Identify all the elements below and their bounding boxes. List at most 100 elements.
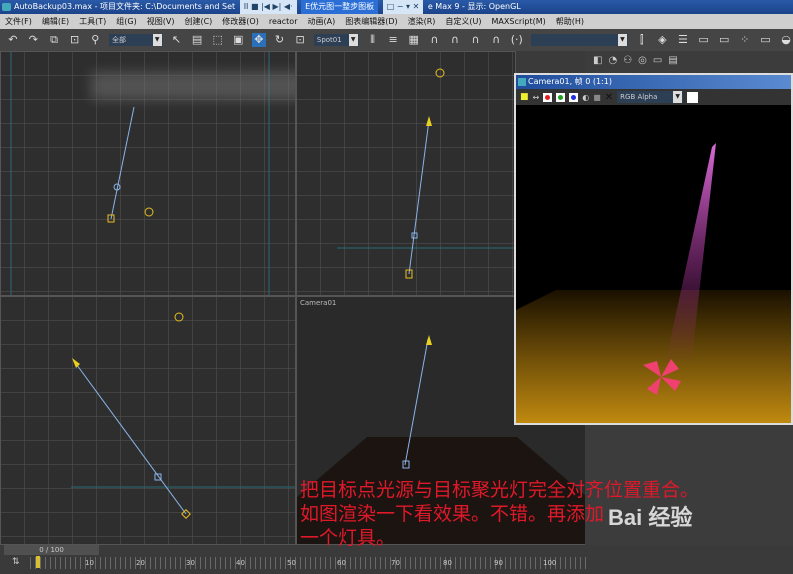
menu-bar: 文件(F) 编辑(E) 工具(T) 组(G) 视图(V) 创建(C) 修改器(O) react…	[0, 14, 793, 29]
caption-line-1: 把目标点光源与目标聚光灯完全对齐位置重合。	[300, 479, 700, 501]
title-bar: AutoBackup03.max - 项目文件夹: C:\Documents a…	[0, 0, 793, 14]
percent-snap-icon[interactable]: ∩	[469, 33, 483, 47]
window-controls[interactable]: □ − ▾ ✕	[382, 0, 424, 14]
command-panel-tabs[interactable]: ◧ ◔ ⚇ ◎ ▭ ▤	[585, 51, 793, 70]
blue-channel-toggle[interactable]	[569, 92, 579, 102]
save-image-icon[interactable]: ■	[520, 92, 529, 102]
viewport-left-grid	[1, 297, 295, 544]
frame-counter: 0 / 100	[39, 546, 64, 554]
time-slider[interactable]: 0 / 100	[4, 545, 99, 555]
tick-label: 10	[85, 559, 94, 567]
render-window-title-text: Camera01, 帧 0 (1:1)	[528, 77, 612, 86]
menu-rendering[interactable]: 渲染(R)	[408, 17, 436, 26]
tick-label: 80	[443, 559, 452, 567]
layer-icon[interactable]: ▦	[407, 33, 421, 47]
move-icon[interactable]: ✥	[252, 33, 266, 47]
menu-customize[interactable]: 自定义(U)	[445, 17, 481, 26]
snap-icon[interactable]: ∩	[428, 33, 442, 47]
align-icon[interactable]: ≡	[386, 33, 400, 47]
menu-edit[interactable]: 编辑(E)	[42, 17, 69, 26]
tick-label: 90	[494, 559, 503, 567]
menu-maxscript[interactable]: MAXScript(M)	[492, 17, 546, 26]
viewport-label: Camera01	[300, 299, 337, 307]
viewport-top[interactable]	[0, 51, 296, 296]
material-editor-icon[interactable]: ▭	[717, 33, 731, 47]
render-frame-window[interactable]: Camera01, 帧 0 (1:1) ■ ↔ ◐ ■ ✕ RGB Alpha	[514, 73, 793, 425]
clear-icon[interactable]: ✕	[605, 92, 613, 103]
media-controls[interactable]: II ■ |◀ ▶| ◀·	[239, 0, 297, 14]
key-mode-icon[interactable]: ⇅	[12, 557, 20, 567]
mirror-tool-icon[interactable]: ⫿	[635, 33, 649, 47]
overlay-tab[interactable]: E优元图一整步图板	[301, 0, 379, 14]
clone-icon[interactable]: ↔	[533, 93, 540, 102]
utilities-tab-icon[interactable]: ▤	[668, 55, 677, 66]
link-icon[interactable]: ⧉	[47, 33, 61, 47]
channel-dropdown[interactable]: RGB Alpha	[617, 91, 684, 103]
tick-label: 70	[391, 559, 400, 567]
render-window-title: Camera01, 帧 0 (1:1)	[516, 75, 791, 89]
edit-named-selection-icon[interactable]: (·)	[510, 33, 524, 47]
bind-space-warp-icon[interactable]: ⚲	[88, 33, 102, 47]
undo-icon[interactable]: ↶	[6, 33, 20, 47]
select-region-icon[interactable]: ⬚	[211, 33, 225, 47]
curve-editor-icon[interactable]: ◈	[656, 33, 670, 47]
modify-tab-icon[interactable]: ◔	[608, 55, 617, 66]
file-name: AutoBackup03.max	[14, 2, 93, 11]
viewport-left[interactable]	[0, 296, 296, 545]
named-selection-dropdown[interactable]: Spot01	[313, 34, 359, 46]
viewport-front-grid	[297, 52, 515, 295]
red-channel-toggle[interactable]	[543, 92, 553, 102]
scale-icon[interactable]: ⊡	[293, 33, 307, 47]
select-by-name-icon[interactable]: ▤	[190, 33, 204, 47]
layers-icon[interactable]: ☰	[676, 33, 690, 47]
menu-tools[interactable]: 工具(T)	[79, 17, 106, 26]
menu-create[interactable]: 创建(C)	[184, 17, 212, 26]
render-setup-icon[interactable]: ⁘	[738, 33, 752, 47]
hierarchy-tab-icon[interactable]: ⚇	[623, 55, 632, 66]
tick-label: 50	[287, 559, 296, 567]
menu-reactor[interactable]: reactor	[269, 17, 298, 26]
tick-label: 100	[543, 559, 557, 567]
viewport-front[interactable]	[296, 51, 516, 296]
watermark-text: Bai 经验	[608, 505, 693, 530]
angle-snap-icon[interactable]: ∩	[448, 33, 462, 47]
alpha-icon[interactable]: ◐	[582, 93, 589, 102]
mirror-icon[interactable]: ⫴	[366, 33, 380, 47]
project-folder: - 项目文件夹: C:\Documents and Set	[94, 2, 236, 11]
main-toolbar: ↶ ↷ ⧉ ⊡ ⚲ 全部 ↖ ▤ ⬚ ▣ ✥ ↻ ⊡ Spot01 ⫴ ≡ ▦ …	[0, 29, 793, 51]
render-window-toolbar: ■ ↔ ◐ ■ ✕ RGB Alpha	[516, 89, 791, 105]
mono-icon[interactable]: ■	[593, 93, 601, 102]
spinner-snap-icon[interactable]: ∩	[489, 33, 503, 47]
quick-render-icon[interactable]: ◒	[779, 33, 793, 47]
menu-help[interactable]: 帮助(H)	[556, 17, 584, 26]
tick-label: 30	[186, 559, 195, 567]
rotate-icon[interactable]: ↻	[273, 33, 287, 47]
window-crossing-icon[interactable]: ▣	[231, 33, 245, 47]
render-frame-icon[interactable]: ▭	[759, 33, 773, 47]
schematic-view-icon[interactable]: ▭	[697, 33, 711, 47]
tick-label: 60	[337, 559, 346, 567]
menu-graph-editors[interactable]: 图表编辑器(D)	[345, 17, 397, 26]
motion-tab-icon[interactable]: ◎	[638, 55, 647, 66]
display-driver: - 显示: OpenGL	[462, 2, 521, 11]
select-icon[interactable]: ↖	[170, 33, 184, 47]
rendered-image	[516, 105, 791, 423]
display-tab-icon[interactable]: ▭	[653, 55, 662, 66]
app-name: e Max 9	[427, 2, 460, 11]
menu-views[interactable]: 视图(V)	[147, 17, 175, 26]
create-tab-icon[interactable]: ◧	[593, 55, 602, 66]
unlink-icon[interactable]: ⊡	[68, 33, 82, 47]
menu-file[interactable]: 文件(F)	[5, 17, 32, 26]
render-window-icon	[518, 78, 526, 86]
selection-filter-dropdown[interactable]: 全部	[109, 34, 163, 46]
color-swatch[interactable]	[687, 91, 699, 103]
redo-icon[interactable]: ↷	[27, 33, 41, 47]
green-channel-toggle[interactable]	[556, 92, 566, 102]
blurred-region	[91, 72, 295, 100]
menu-group[interactable]: 组(G)	[116, 17, 136, 26]
menu-animation[interactable]: 动画(A)	[307, 17, 335, 26]
menu-modifiers[interactable]: 修改器(O)	[222, 17, 259, 26]
baidu-watermark: Bai 经验	[608, 500, 692, 532]
app-logo-icon	[2, 3, 11, 11]
named-selection-sets-dropdown[interactable]	[530, 34, 628, 46]
